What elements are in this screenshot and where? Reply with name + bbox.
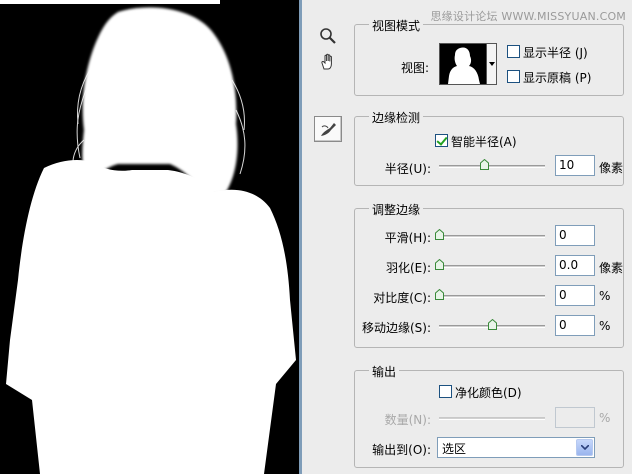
feather-unit: 像素	[599, 261, 624, 275]
output-title: 输出	[369, 363, 400, 380]
feather-slider-thumb[interactable]	[435, 259, 444, 270]
edge-detection-title: 边缘检测	[369, 109, 424, 126]
smooth-slider[interactable]	[439, 235, 545, 238]
hand-tool-icon[interactable]	[316, 50, 340, 74]
preview-canvas[interactable]	[0, 0, 299, 474]
mask-silhouette	[0, 0, 296, 474]
shift-edge-input[interactable]: 0	[555, 315, 595, 336]
show-radius-checkbox[interactable]	[507, 45, 520, 58]
output-to-select[interactable]: 选区	[437, 437, 595, 458]
view-thumbnail[interactable]	[439, 43, 487, 85]
contrast-slider-thumb[interactable]	[435, 289, 444, 300]
radius-label: 半径(U):	[384, 162, 431, 176]
amount-slider	[439, 417, 545, 420]
zoom-tool-icon[interactable]	[316, 24, 340, 48]
smooth-slider-thumb[interactable]	[435, 229, 444, 240]
view-mode-title: 视图模式	[369, 17, 424, 34]
smart-radius-label: 智能半径(A)	[451, 135, 517, 149]
view-mode-group: 视图模式 视图: 显示半径 (J) 显示原稿 (P)	[354, 17, 624, 96]
edge-detection-group: 边缘检测 智能半径(A) 半径(U): 10 像素	[354, 109, 624, 186]
radius-slider-thumb[interactable]	[479, 159, 489, 170]
output-to-value: 选区	[442, 442, 467, 456]
radius-unit: 像素	[599, 161, 624, 175]
radius-input[interactable]: 10	[555, 155, 595, 176]
contrast-unit: %	[599, 289, 611, 303]
contrast-input[interactable]: 0	[555, 285, 595, 306]
smooth-input[interactable]: 0	[555, 225, 595, 246]
amount-unit: %	[599, 411, 611, 425]
shift-edge-label: 移动边缘(S):	[361, 321, 431, 335]
shift-edge-slider-thumb[interactable]	[488, 319, 497, 330]
feather-slider[interactable]	[439, 265, 545, 268]
output-to-label: 输出到(O):	[372, 443, 431, 457]
feather-input[interactable]: 0.0	[555, 255, 595, 276]
chevron-down-icon[interactable]	[576, 439, 593, 456]
adjust-edge-group: 调整边缘 平滑(H): 0 羽化(E): 0.0 像素 对比度(C): 0 % …	[354, 201, 624, 348]
shift-edge-unit: %	[599, 319, 611, 333]
decontaminate-label: 净化颜色(D)	[455, 386, 522, 400]
refine-radius-tool-icon[interactable]	[314, 116, 342, 142]
refine-edge-panel: 思缘设计论坛 WWW.MISSYUAN.COM 视图模式 视图: 显示半径 (J…	[302, 0, 632, 474]
smart-radius-checkbox[interactable]	[435, 134, 448, 147]
amount-input	[555, 407, 595, 428]
amount-label: 数量(N):	[384, 413, 431, 427]
show-radius-label: 显示半径 (J)	[523, 46, 588, 60]
feather-label: 羽化(E):	[386, 261, 431, 275]
adjust-edge-title: 调整边缘	[369, 201, 424, 218]
watermark: 思缘设计论坛 WWW.MISSYUAN.COM	[430, 10, 626, 23]
radius-slider[interactable]	[439, 165, 545, 168]
show-original-checkbox[interactable]	[507, 70, 520, 83]
show-original-label: 显示原稿 (P)	[523, 71, 592, 85]
decontaminate-checkbox[interactable]	[439, 385, 452, 398]
contrast-slider[interactable]	[439, 295, 545, 298]
contrast-label: 对比度(C):	[373, 291, 431, 305]
view-label: 视图:	[401, 61, 430, 75]
smooth-label: 平滑(H):	[384, 231, 431, 245]
view-dropdown-arrow[interactable]	[487, 43, 497, 85]
output-group: 输出 净化颜色(D) 数量(N): % 输出到(O): 选区	[354, 363, 624, 468]
